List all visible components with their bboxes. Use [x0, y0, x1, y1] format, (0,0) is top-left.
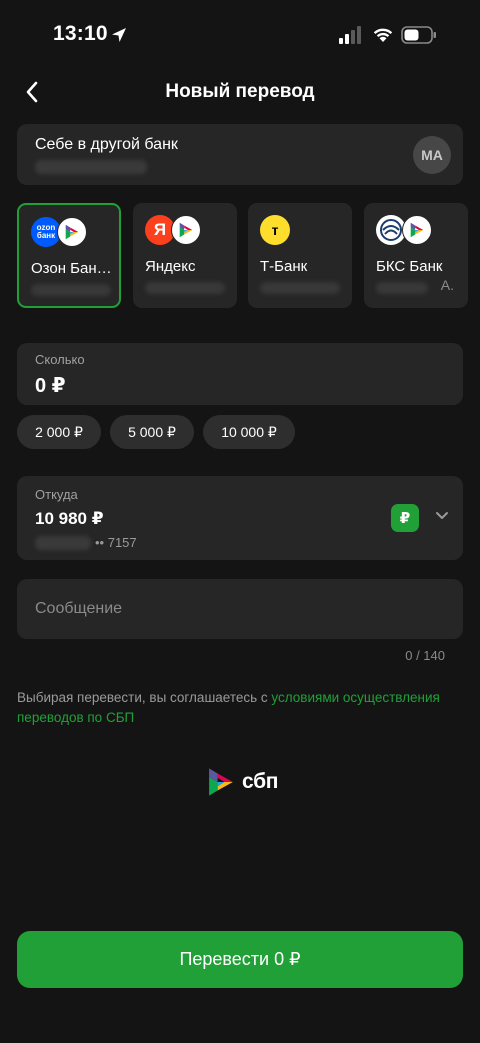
- bank-card-tbank[interactable]: т Т-Банк: [248, 203, 352, 308]
- bank-card-yandex[interactable]: Я Яндекс: [133, 203, 237, 308]
- nav-bar: Новый перевод: [0, 70, 480, 114]
- avatar: МА: [413, 136, 451, 174]
- bank-name: БКС Банк: [376, 258, 443, 275]
- message-counter: 0 / 140: [405, 648, 445, 663]
- amount-field[interactable]: Сколько 0 ₽: [17, 343, 463, 405]
- tbank-logo: т: [260, 215, 290, 245]
- status-bar: 13:10: [0, 0, 480, 70]
- bank-account-masked: [376, 282, 428, 294]
- bank-account-masked: [260, 282, 340, 294]
- amount-value[interactable]: 0 ₽: [35, 373, 66, 398]
- source-label: Откуда: [35, 487, 78, 502]
- sbp-icon: [402, 215, 432, 245]
- page-title: Новый перевод: [165, 81, 315, 102]
- sbp-icon: [171, 215, 201, 245]
- bank-name: Яндекс: [145, 258, 196, 275]
- source-balance: 10 980 ₽: [35, 509, 104, 528]
- sbp-logo: сбп: [204, 761, 278, 803]
- source-card-masked: [35, 536, 91, 550]
- message-input[interactable]: [35, 579, 445, 639]
- ruble-currency-icon: ₽: [391, 504, 419, 532]
- chevron-down-icon: [436, 512, 448, 519]
- quick-amount-10000[interactable]: 10 000 ₽: [203, 415, 295, 449]
- recipient-phone-masked: [35, 160, 147, 174]
- bank-name: Озон Бан…: [31, 260, 112, 277]
- bank-name: Т-Банк: [260, 258, 308, 275]
- battery-icon: [401, 26, 436, 44]
- bank-account-masked: [31, 284, 111, 296]
- bank-selector: ozon банк Озон Бан… Я Яндекс т Т-Банк БК…: [17, 203, 480, 308]
- amount-label: Сколько: [35, 352, 85, 367]
- bank-card-ozon[interactable]: ozon банк Озон Бан…: [17, 203, 121, 308]
- bank-card-bks[interactable]: БКС Банк А.: [364, 203, 468, 308]
- source-card-number: •• 7157: [95, 535, 137, 550]
- message-field[interactable]: [17, 579, 463, 639]
- sbp-icon: [57, 217, 87, 247]
- consent-prefix: Выбирая перевести, вы соглашаетесь с: [17, 690, 272, 705]
- consent-text: Выбирая перевести, вы соглашаетесь с усл…: [17, 688, 457, 728]
- status-time: 13:10: [53, 22, 108, 45]
- bank-account-suffix: А.: [440, 277, 454, 293]
- transfer-button[interactable]: Перевести 0 ₽: [17, 931, 463, 988]
- quick-amount-5000[interactable]: 5 000 ₽: [110, 415, 194, 449]
- sbp-text: сбп: [242, 770, 279, 793]
- source-account-selector[interactable]: Откуда 10 980 ₽ •• 7157 ₽: [17, 476, 463, 560]
- recipient-title: Себе в другой банк: [35, 136, 178, 153]
- location-arrow-icon: [112, 28, 126, 42]
- signal-icon: [339, 26, 361, 44]
- sbp-icon: [209, 768, 233, 796]
- wifi-icon: [373, 28, 393, 42]
- quick-amount-2000[interactable]: 2 000 ₽: [17, 415, 101, 449]
- bank-account-masked: [145, 282, 225, 294]
- recipient-card[interactable]: Себе в другой банк МА: [17, 124, 463, 185]
